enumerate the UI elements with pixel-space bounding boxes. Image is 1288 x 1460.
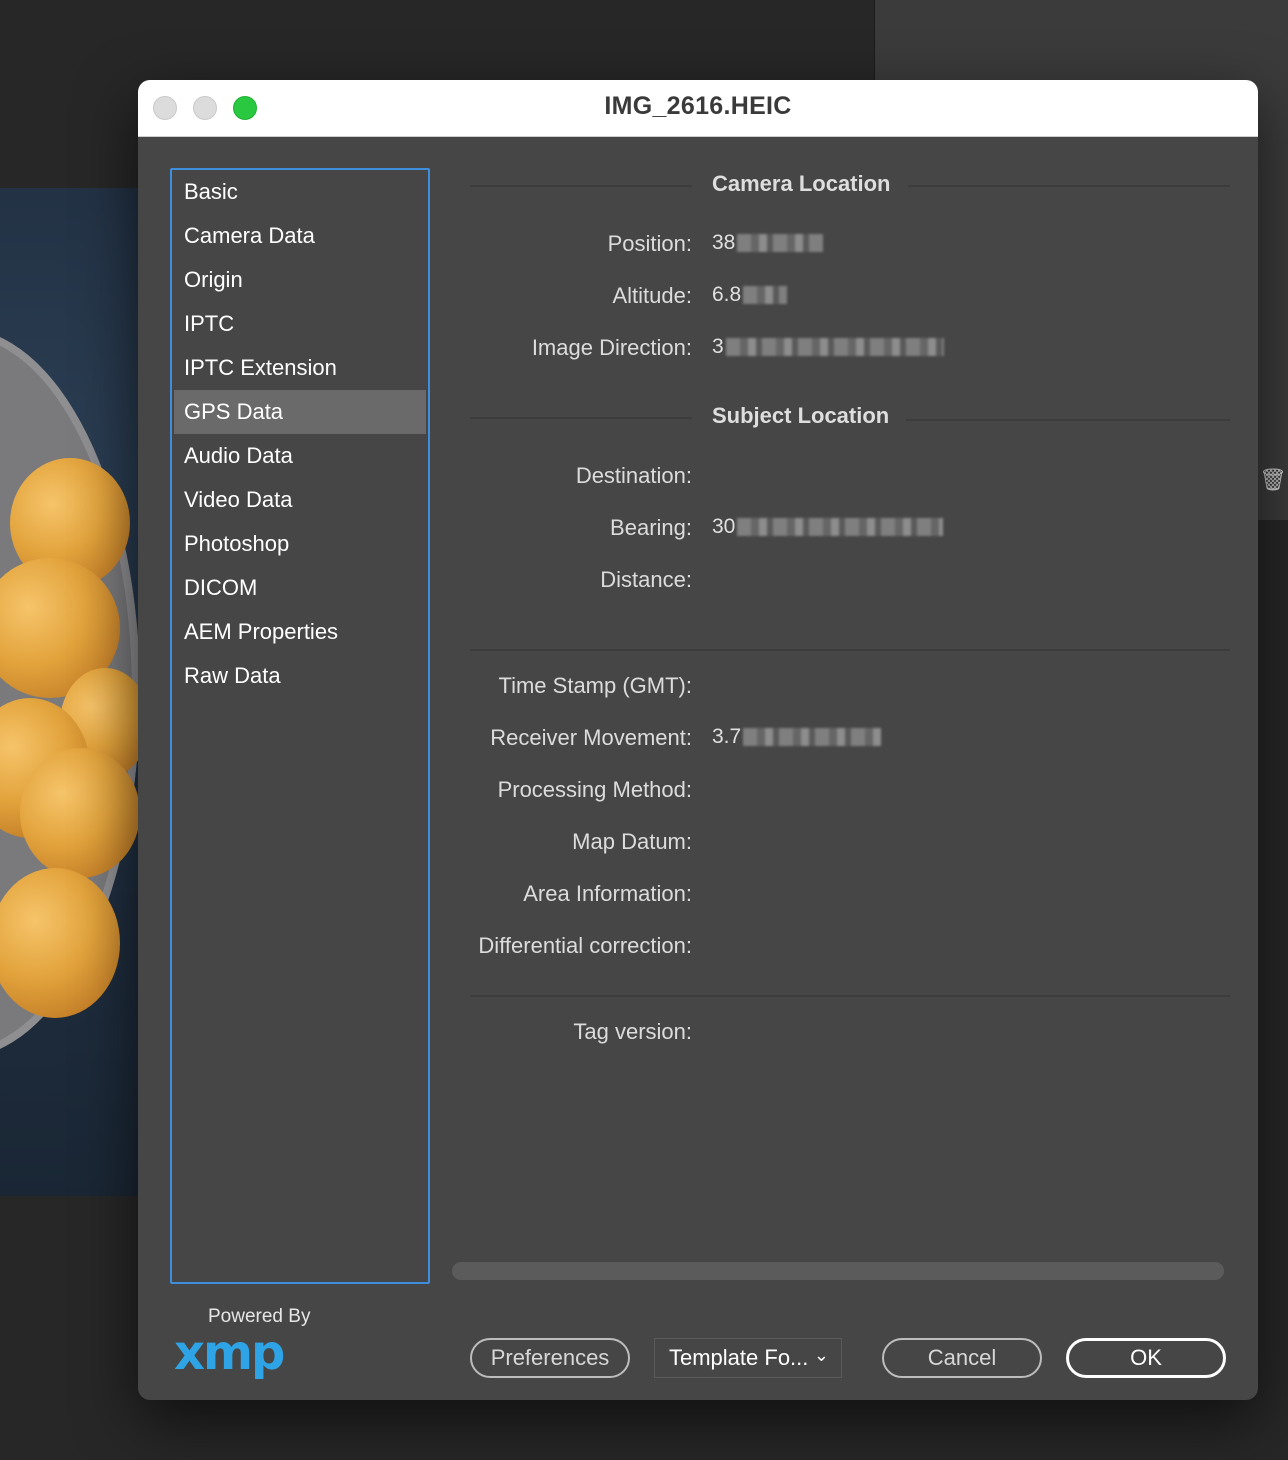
position-value-text: 38 bbox=[712, 231, 736, 254]
area-information-label: Area Information: bbox=[523, 881, 692, 906]
redacted-value bbox=[725, 338, 944, 356]
preferences-button[interactable]: Preferences bbox=[470, 1338, 630, 1378]
trash-icon[interactable]: 🗑 bbox=[1258, 458, 1288, 502]
bearing-value[interactable]: 30 bbox=[712, 515, 944, 539]
tag-version-label: Tag version: bbox=[573, 1019, 692, 1044]
section-divider bbox=[906, 419, 1230, 421]
position-label: Position: bbox=[607, 231, 692, 256]
window-title: IMG_2616.HEIC bbox=[604, 92, 792, 120]
map-datum-label: Map Datum: bbox=[572, 829, 692, 854]
sidebar-item-camera-data[interactable]: Camera Data bbox=[174, 214, 426, 258]
image-direction-label: Image Direction: bbox=[531, 335, 692, 360]
section-divider bbox=[470, 185, 692, 187]
bearing-value-text: 30 bbox=[712, 515, 736, 538]
destination-label: Destination: bbox=[575, 463, 692, 488]
distance-label: Distance: bbox=[600, 567, 692, 592]
template-folder-label: Template Fo... bbox=[669, 1345, 809, 1370]
fruit-image bbox=[20, 748, 140, 878]
sidebar-item-origin[interactable]: Origin bbox=[174, 258, 426, 302]
time-stamp-label: Time Stamp (GMT): bbox=[498, 673, 692, 698]
receiver-movement-label: Receiver Movement: bbox=[490, 725, 692, 750]
horizontal-scrollbar[interactable] bbox=[452, 1262, 1224, 1280]
ok-button[interactable]: OK bbox=[1066, 1338, 1226, 1378]
fruit-image bbox=[0, 868, 120, 1018]
sidebar-item-video-data[interactable]: Video Data bbox=[174, 478, 426, 522]
sidebar-item-audio-data[interactable]: Audio Data bbox=[174, 434, 426, 478]
sidebar-item-iptc-extension[interactable]: IPTC Extension bbox=[174, 346, 426, 390]
title-bar[interactable]: IMG_2616.HEIC bbox=[138, 80, 1258, 137]
section-divider bbox=[908, 185, 1230, 187]
altitude-value-text: 6.8 bbox=[712, 283, 742, 306]
altitude-value[interactable]: 6.8 bbox=[712, 283, 788, 307]
section-divider bbox=[470, 995, 1230, 997]
image-direction-value-text: 3 bbox=[712, 335, 724, 358]
receiver-movement-value-text: 3.7 bbox=[712, 725, 742, 748]
category-list[interactable]: Basic Camera Data Origin IPTC IPTC Exten… bbox=[170, 168, 430, 1284]
redacted-value bbox=[743, 286, 788, 304]
bearing-label: Bearing: bbox=[610, 515, 692, 540]
sidebar-item-basic[interactable]: Basic bbox=[174, 170, 426, 214]
sidebar-item-iptc[interactable]: IPTC bbox=[174, 302, 426, 346]
xmp-logo: xmp bbox=[174, 1325, 285, 1381]
differential-correction-label: Differential correction: bbox=[478, 933, 692, 958]
file-info-dialog: IMG_2616.HEIC Basic Camera Data Origin I… bbox=[138, 80, 1258, 1400]
processing-method-label: Processing Method: bbox=[497, 777, 692, 802]
sidebar-item-aem-properties[interactable]: AEM Properties bbox=[174, 610, 426, 654]
camera-location-heading: Camera Location bbox=[712, 171, 891, 196]
redacted-value bbox=[743, 728, 882, 746]
chevron-down-icon: ⌄ bbox=[813, 1345, 829, 1365]
image-direction-value[interactable]: 3 bbox=[712, 335, 944, 359]
sidebar-item-dicom[interactable]: DICOM bbox=[174, 566, 426, 610]
sidebar-item-photoshop[interactable]: Photoshop bbox=[174, 522, 426, 566]
template-folder-dropdown[interactable]: Template Fo... ⌄ bbox=[654, 1338, 842, 1378]
section-divider bbox=[470, 417, 692, 419]
subject-location-heading: Subject Location bbox=[712, 403, 890, 428]
sidebar-item-raw-data[interactable]: Raw Data bbox=[174, 654, 426, 698]
sidebar-item-gps-data[interactable]: GPS Data bbox=[174, 390, 426, 434]
section-divider bbox=[470, 649, 1230, 651]
redacted-value bbox=[737, 518, 944, 536]
background-photo bbox=[0, 188, 140, 1196]
receiver-movement-value[interactable]: 3.7 bbox=[712, 725, 882, 749]
position-value[interactable]: 38 bbox=[712, 231, 824, 255]
redacted-value bbox=[737, 234, 824, 252]
altitude-label: Altitude: bbox=[612, 283, 693, 308]
cancel-button[interactable]: Cancel bbox=[882, 1338, 1042, 1378]
